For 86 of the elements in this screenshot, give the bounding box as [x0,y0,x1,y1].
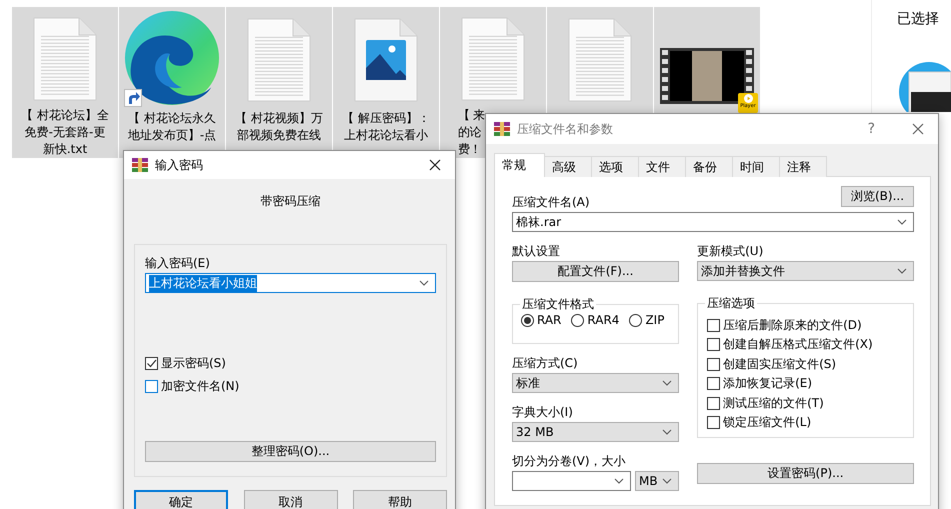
tab[interactable]: 文件 [638,156,686,177]
checkbox[interactable] [707,338,720,351]
dictionary-dropdown[interactable]: 32 MB [512,422,680,442]
archive-app-icon [494,122,510,136]
window-title: 输入密码 [155,156,204,174]
checkbox[interactable] [145,357,158,370]
dialog-button[interactable]: 取消 [244,490,338,509]
window-title: 压缩文件名和参数 [517,120,614,138]
file-name[interactable]: 免费-无套路-更 [24,124,106,141]
group-title: 压缩文件格式 [520,296,596,312]
checkbox-label[interactable]: 显示密码(S) [161,355,226,372]
profiles-button[interactable]: 配置文件(F)... [512,261,680,282]
checkbox-label[interactable]: 创建自解压格式压缩文件(X) [723,336,873,353]
radio-button[interactable] [521,314,534,326]
organize-passwords-button[interactable]: 整理密码(O)... [145,441,436,462]
checkbox-label[interactable]: 锁定压缩文件(L) [723,414,812,431]
radio-label[interactable]: ZIP [645,313,664,327]
checkbox-label[interactable]: 添加恢复记录(E) [723,375,812,392]
checkbox[interactable] [145,380,158,393]
chevron-down-icon [662,429,672,435]
dialog-heading: 带密码压缩 [260,193,322,210]
field-label: 更新模式(U) [697,243,764,259]
swirl-icon [123,9,221,107]
file-name[interactable]: 【 解压密码】： [342,110,430,127]
file-name[interactable]: 的论 [458,124,481,141]
tab[interactable]: 选项 [591,156,639,177]
checkbox[interactable] [707,318,720,332]
checkbox[interactable] [707,396,720,410]
file-name[interactable]: 新快.txt [42,141,88,158]
document-icon [247,18,311,102]
radio-button[interactable] [629,314,642,326]
archive-app-icon [132,158,148,172]
radio-button[interactable] [571,314,584,326]
unit-dropdown[interactable]: MB [635,471,679,491]
password-field[interactable]: 上村花论坛看小姐姐 [145,273,436,293]
radio-label[interactable]: RAR [537,313,562,327]
preview-title: 已选择 [897,10,939,28]
tab[interactable]: 备份 [685,156,733,177]
field-label: 字典大小(I) [512,404,574,420]
file-name[interactable]: 【 来 [458,107,484,124]
chevron-down-icon [662,478,672,484]
chevron-down-icon [662,380,672,386]
file-name[interactable]: 费！ [458,141,481,158]
update-mode-dropdown[interactable]: 添加并替换文件 [697,261,914,281]
file-name[interactable]: 部视频免费在线 [236,127,321,144]
archive-name-field[interactable]: 棉袜.rar [512,212,914,232]
checkbox-label[interactable]: 测试压缩的文件(T) [723,394,824,412]
chevron-down-icon [419,280,429,286]
set-password-button[interactable]: 设置密码(P)... [697,463,914,484]
checkbox-label[interactable]: 压缩后删除原来的文件(D) [723,316,862,334]
checkbox-label[interactable]: 加密文件名(N) [161,378,240,395]
tab[interactable]: 时间 [732,156,780,177]
dialog-button[interactable]: 帮助 [353,490,447,509]
document-icon [33,16,97,100]
chevron-down-icon [614,478,624,484]
method-dropdown[interactable]: 标准 [512,373,680,393]
document-icon [568,18,632,102]
field-label: 输入密码(E) [145,255,211,271]
tab[interactable]: 常规 [494,153,545,177]
checkbox[interactable] [707,377,720,390]
file-name[interactable]: 【 村花论坛】全 [21,107,109,124]
tab[interactable]: 注释 [779,156,827,177]
checkbox-label[interactable]: 创建固实压缩文件(S) [723,356,836,372]
file-name[interactable]: 【 村花视频】万 [235,110,323,127]
field-label: 压缩文件名(A) [512,194,590,210]
field-label: 默认设置 [512,243,561,259]
tab[interactable]: 高级 [544,156,592,177]
file-name[interactable]: 【 村花论坛永久 [128,110,216,127]
checkbox[interactable] [707,358,720,370]
field-label: 切分为分卷(V)，大小 [512,453,627,469]
field-label: 压缩方式(C) [512,355,579,371]
image-file-icon [354,18,418,102]
file-name[interactable]: 地址发布页】-点 [128,127,216,144]
group-title: 压缩选项 [705,295,758,311]
browse-button[interactable]: 浏览(B)... [841,186,914,207]
radio-label[interactable]: RAR4 [587,313,620,327]
dialog-button[interactable]: 确定 [134,490,228,509]
chevron-down-icon [897,219,907,225]
chevron-down-icon [897,268,907,274]
help-button[interactable]: ? [868,121,875,137]
file-name[interactable]: 上村花论坛看小 [344,127,428,144]
volume-size-field[interactable] [512,471,631,491]
document-icon [461,16,525,100]
film-strip-icon [660,48,754,104]
close-icon[interactable] [429,159,441,171]
checkbox[interactable] [707,416,720,429]
